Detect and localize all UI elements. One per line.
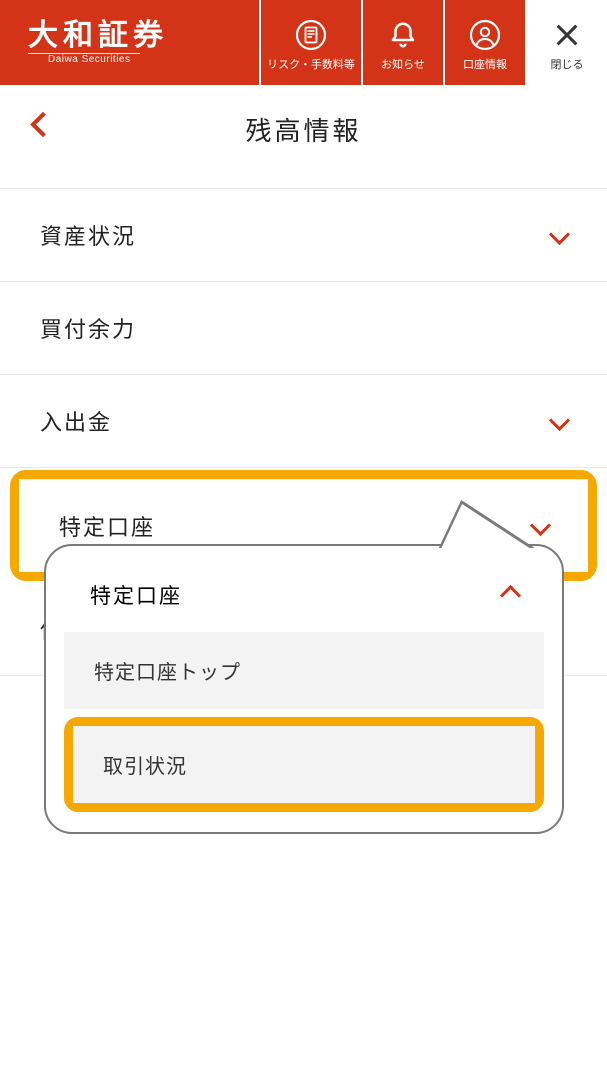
chevron-up-icon <box>503 582 518 609</box>
notice-button[interactable]: お知らせ <box>363 0 443 85</box>
chevron-down-icon <box>552 222 567 248</box>
app-header: 大和証券 Daiwa Securities リスク・手数料等 お知らせ <box>0 0 607 85</box>
chevron-down-icon <box>552 408 567 434</box>
brand-main: 大和証券 <box>28 21 259 51</box>
menu-item-label: 買付余力 <box>40 312 136 344</box>
popover-item-label: 取引状況 <box>103 756 187 778</box>
chevron-down-icon <box>533 513 548 539</box>
chevron-left-icon <box>30 111 55 136</box>
menu-item-label: 特定口座 <box>59 510 155 542</box>
highlight-frame: 取引状況 <box>64 717 544 812</box>
brand-sub: Daiwa Securities <box>28 53 140 65</box>
specific-account-popover: 特定口座 特定口座トップ 取引状況 <box>44 544 564 834</box>
title-row: 残高情報 <box>0 85 607 168</box>
user-circle-icon <box>468 18 502 52</box>
menu-item-assets[interactable]: 資産状況 <box>0 188 607 282</box>
spacer <box>64 709 544 717</box>
bell-icon <box>386 18 420 52</box>
account-info-button[interactable]: 口座情報 <box>445 0 525 85</box>
back-button[interactable] <box>34 115 52 138</box>
close-button[interactable]: 閉じる <box>527 0 607 85</box>
popover-item-top[interactable]: 特定口座トップ <box>64 632 544 709</box>
popover-title: 特定口座 <box>90 580 182 610</box>
popover-item-label: 特定口座トップ <box>94 662 241 684</box>
popover-header[interactable]: 特定口座 <box>64 570 544 632</box>
risk-fees-button[interactable]: リスク・手数料等 <box>261 0 361 85</box>
page-title: 残高情報 <box>24 111 583 148</box>
notice-label: お知らせ <box>381 56 425 72</box>
menu-item-label: 資産状況 <box>40 219 136 251</box>
risk-fees-label: リスク・手数料等 <box>267 56 355 72</box>
menu-item-buying-power[interactable]: 買付余力 <box>0 282 607 375</box>
account-info-label: 口座情報 <box>463 56 507 72</box>
popover-item-transactions[interactable]: 取引状況 <box>73 726 535 803</box>
menu-item-deposit-withdraw[interactable]: 入出金 <box>0 375 607 468</box>
close-label: 閉じる <box>551 56 584 72</box>
brand-block: 大和証券 Daiwa Securities <box>0 0 259 85</box>
menu-item-label: 入出金 <box>40 405 112 437</box>
close-icon <box>550 18 584 52</box>
document-icon <box>294 18 328 52</box>
